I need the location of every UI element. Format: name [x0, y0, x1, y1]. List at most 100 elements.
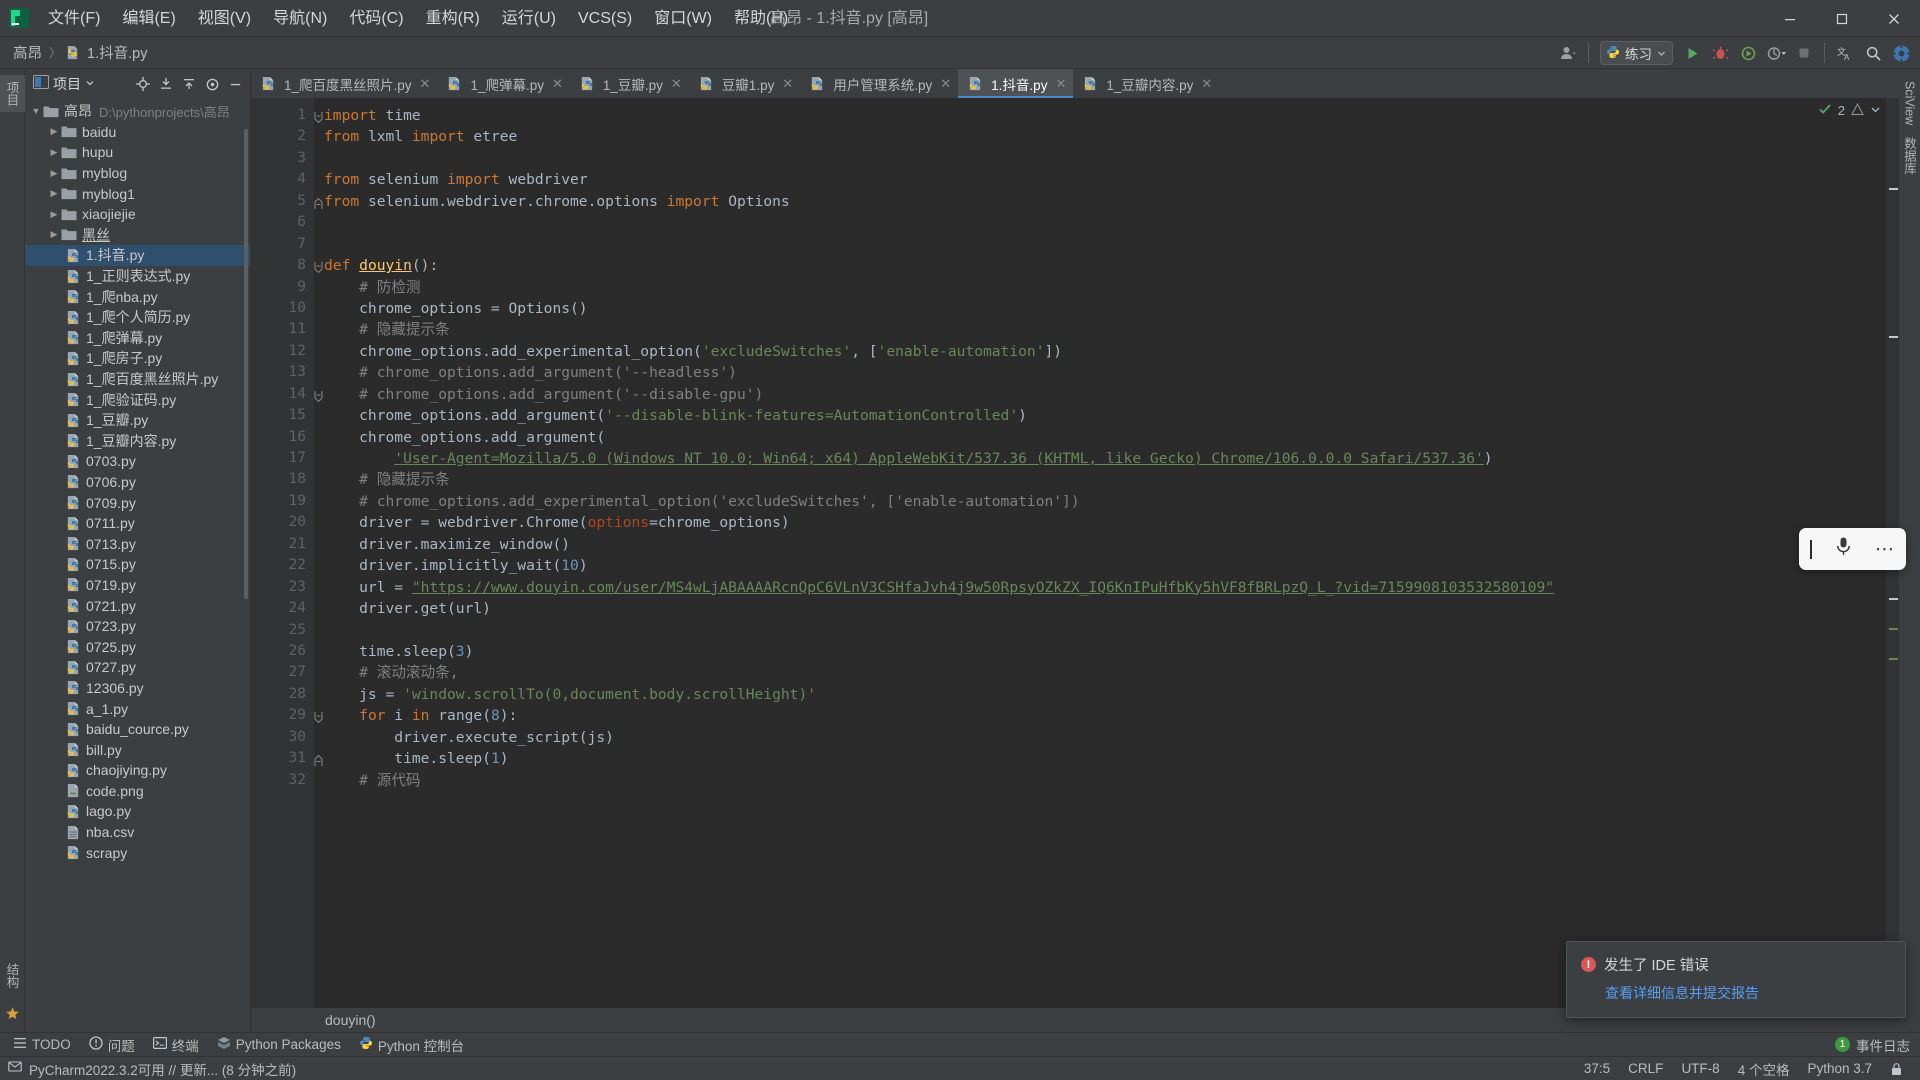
tool-window-python-packages[interactable]: Python Packages — [208, 1034, 350, 1056]
tree-file-item[interactable]: 1_豆瓣内容.py — [25, 431, 250, 452]
gutter-line-number[interactable]: 29 — [251, 705, 323, 726]
tree-file-item[interactable]: 1_爬百度黑丝照片.py — [25, 369, 250, 390]
editor-tab[interactable]: 1_豆瓣内容.py ✕ — [1073, 69, 1219, 98]
editor-code-content[interactable]: import time from lxml import etree from s… — [314, 98, 1886, 1008]
project-file-tree[interactable]: ▼ 高昂 D:\pythonprojects\高昂 ▶ baidu ▶ hupu ▶ my… — [25, 99, 250, 1032]
chevron-down-icon[interactable] — [1870, 103, 1881, 118]
project-tree-scrollbar[interactable] — [244, 129, 248, 599]
editor-tab-active[interactable]: 1.抖音.py ✕ — [958, 69, 1074, 98]
code-line[interactable] — [324, 212, 1886, 233]
event-log-label[interactable]: 事件日志 — [1856, 1035, 1910, 1055]
select-opened-file-icon[interactable] — [132, 73, 154, 95]
sidebar-item-project[interactable]: 项目 — [0, 75, 25, 112]
inspection-widget[interactable]: 2 — [1818, 102, 1881, 119]
gutter-line-number[interactable]: 14 — [251, 384, 323, 405]
tree-file-item-selected[interactable]: 1.抖音.py — [25, 245, 250, 266]
code-line[interactable]: js = 'window.scrollTo(0,document.body.sc… — [324, 684, 1886, 705]
chevron-right-icon[interactable]: ▶ — [47, 168, 61, 179]
chevron-right-icon[interactable]: ▶ — [47, 126, 61, 137]
menu-vcs[interactable]: VCS(S) — [567, 0, 643, 37]
gutter-line-number[interactable]: 13 — [251, 362, 314, 383]
code-line[interactable]: time.sleep(1) — [324, 748, 1886, 769]
run-configuration-selector[interactable]: 练习 — [1600, 41, 1673, 65]
menu-edit[interactable]: 编辑(E) — [111, 0, 186, 37]
sidebar-item-structure[interactable]: 结构 — [0, 957, 25, 994]
code-line[interactable]: # chrome_options.add_argument('--headles… — [324, 362, 1886, 383]
chevron-right-icon[interactable]: ▶ — [47, 229, 61, 240]
tree-file-item[interactable]: 1_爬房子.py — [25, 348, 250, 369]
close-icon[interactable]: ✕ — [671, 76, 682, 92]
gutter-line-number[interactable]: 11 — [251, 319, 314, 340]
editor-tab[interactable]: 1_爬弹幕.py ✕ — [437, 69, 569, 98]
gutter-line-number[interactable]: 1 — [251, 105, 323, 126]
editor-tab[interactable]: 1_爬百度黑丝照片.py ✕ — [251, 69, 437, 98]
code-line[interactable]: chrome_options.add_argument('--disable-b… — [324, 405, 1886, 426]
more-options-icon[interactable]: ⋯ — [1875, 540, 1895, 559]
breadcrumb-file[interactable]: 1.抖音.py — [84, 42, 150, 63]
minimize-button[interactable] — [1764, 0, 1816, 37]
status-message[interactable]: PyCharm2022.3.2可用 // 更新... (8 分钟之前) — [29, 1059, 296, 1079]
code-line[interactable]: # 源代码 — [324, 770, 1886, 791]
favorites-star-icon[interactable] — [5, 1006, 20, 1026]
editor-tab[interactable]: 用户管理系统.py ✕ — [800, 69, 958, 98]
code-line[interactable]: driver.get(url) — [324, 598, 1886, 619]
project-settings-gear-icon[interactable] — [201, 73, 223, 95]
gutter-line-number[interactable]: 19 — [251, 491, 314, 512]
chevron-down-icon[interactable] — [85, 75, 95, 93]
code-line[interactable]: from selenium.webdriver.chrome.options i… — [324, 191, 1886, 212]
gutter-line-number[interactable]: 5 — [251, 191, 323, 212]
tree-file-item[interactable]: 0715.py — [25, 554, 250, 575]
caret-position[interactable]: 37:5 — [1575, 1058, 1619, 1080]
run-icon[interactable] — [1679, 40, 1705, 66]
tree-file-item[interactable]: chaojiying.py — [25, 760, 250, 781]
project-panel-title[interactable]: 项目 — [53, 74, 81, 94]
tree-file-item[interactable]: 0706.py — [25, 472, 250, 493]
debug-icon[interactable] — [1707, 40, 1733, 66]
tool-window-todo[interactable]: TODO — [4, 1034, 80, 1056]
gutter-line-number[interactable]: 3 — [251, 148, 314, 169]
gutter-line-number[interactable]: 7 — [251, 234, 314, 255]
code-line[interactable]: driver.implicitly_wait(10) — [324, 555, 1886, 576]
code-line[interactable]: chrome_options.add_argument( — [324, 427, 1886, 448]
code-line[interactable]: import time — [324, 105, 1886, 126]
tree-file-item[interactable]: 12306.py — [25, 678, 250, 699]
code-line[interactable]: time.sleep(3) — [324, 641, 1886, 662]
tree-folder-item[interactable]: ▶ myblog1 — [25, 183, 250, 204]
menu-view[interactable]: 视图(V) — [187, 0, 262, 37]
chevron-right-icon[interactable]: ▶ — [47, 188, 61, 199]
tree-file-item[interactable]: 0723.py — [25, 616, 250, 637]
sidebar-item-sciview[interactable]: SciView — [1901, 75, 1919, 131]
tool-window-python-console[interactable]: Python 控制台 — [350, 1034, 473, 1056]
close-icon[interactable]: ✕ — [782, 76, 793, 92]
gutter-line-number[interactable]: 24 — [251, 598, 314, 619]
tree-file-item[interactable]: a_1.py — [25, 698, 250, 719]
tree-folder-item[interactable]: ▶ baidu — [25, 122, 250, 143]
code-line[interactable]: from selenium import webdriver — [324, 169, 1886, 190]
tree-file-item[interactable]: 0711.py — [25, 513, 250, 534]
tree-folder-item[interactable]: ▶ xiaojiejie — [25, 204, 250, 225]
gutter-line-number[interactable]: 28 — [251, 684, 314, 705]
gutter-line-number[interactable]: 4 — [251, 169, 314, 190]
tool-window-problems[interactable]: 问题 — [80, 1034, 144, 1056]
code-line[interactable]: driver.maximize_window() — [324, 534, 1886, 555]
code-line[interactable] — [324, 620, 1886, 641]
translate-icon[interactable]: 文 A — [1832, 40, 1858, 66]
tool-window-terminal[interactable]: 终端 — [144, 1034, 208, 1056]
microphone-icon[interactable] — [1834, 536, 1853, 562]
account-icon[interactable] — [1555, 40, 1581, 66]
tree-folder-item[interactable]: ▶ 黑丝 — [25, 225, 250, 246]
line-separator[interactable]: CRLF — [1619, 1058, 1672, 1080]
tree-file-item[interactable]: 1_爬个人简历.py — [25, 307, 250, 328]
gutter-line-number[interactable]: 22 — [251, 555, 314, 576]
gutter-line-number[interactable]: 8 — [251, 255, 323, 276]
editor-tab[interactable]: 豆瓣1.py ✕ — [689, 69, 800, 98]
gutter-line-number[interactable]: 30 — [251, 727, 314, 748]
code-line[interactable]: # chrome_options.add_experimental_option… — [324, 491, 1886, 512]
breadcrumb-project[interactable]: 高昂 — [10, 42, 45, 63]
profile-dropdown-icon[interactable] — [1763, 40, 1789, 66]
floating-input-widget[interactable]: ⋯ — [1799, 528, 1906, 570]
tree-file-item[interactable]: 0721.py — [25, 595, 250, 616]
gutter-line-number[interactable]: 17 — [251, 448, 314, 469]
gutter-line-number[interactable]: 27 — [251, 662, 314, 683]
gutter-line-number[interactable]: 18 — [251, 469, 314, 490]
